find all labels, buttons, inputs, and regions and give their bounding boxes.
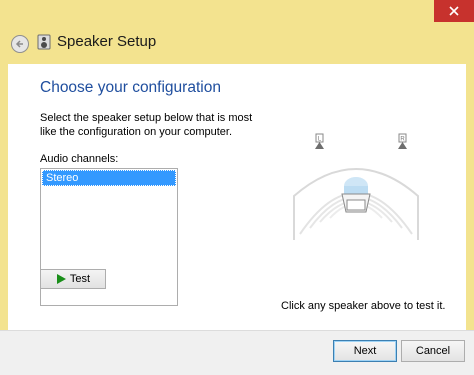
content-panel: Choose your configuration Select the spe… bbox=[8, 64, 466, 330]
right-speaker-icon[interactable]: R bbox=[398, 133, 407, 149]
page-heading: Choose your configuration bbox=[40, 79, 221, 96]
test-button[interactable]: Test bbox=[40, 269, 106, 289]
audio-channels-label: Audio channels: bbox=[40, 153, 119, 165]
cancel-button[interactable]: Cancel bbox=[401, 340, 465, 362]
speaker-icon bbox=[37, 34, 51, 50]
close-icon bbox=[449, 6, 459, 16]
description-text: Select the speaker setup below that is m… bbox=[40, 112, 253, 138]
left-speaker-icon[interactable]: L bbox=[315, 133, 324, 149]
list-item-stereo[interactable]: Stereo bbox=[42, 170, 176, 186]
window-title: Speaker Setup bbox=[57, 33, 157, 50]
back-arrow-icon bbox=[15, 40, 23, 48]
play-icon bbox=[56, 274, 66, 284]
back-button[interactable] bbox=[11, 35, 29, 53]
title-bar: Speaker Setup bbox=[0, 22, 474, 62]
next-button[interactable]: Next bbox=[333, 340, 397, 362]
close-button[interactable] bbox=[434, 0, 474, 22]
right-speaker-label: R bbox=[400, 137, 405, 143]
test-button-label: Test bbox=[69, 273, 91, 285]
footer-bar: Next Cancel bbox=[0, 330, 474, 375]
hint-text: Click any speaker above to test it. bbox=[281, 300, 446, 312]
speaker-diagram: L R bbox=[293, 133, 419, 240]
